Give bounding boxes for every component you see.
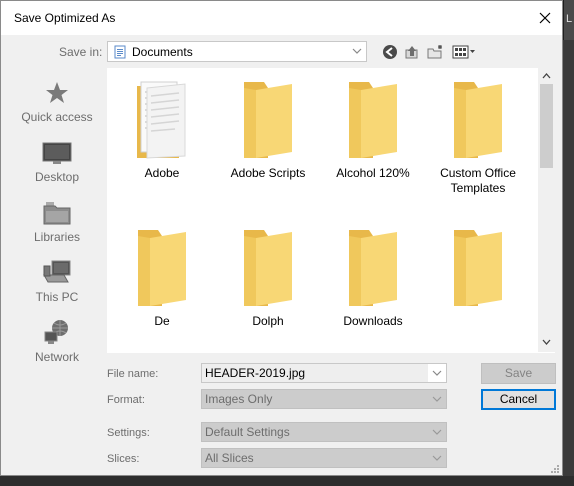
settings-label: Settings: [107,427,150,439]
file-item-redacted-1[interactable]: De [109,216,215,329]
save-dialog: Save Optimized As Save in: Documents Qui… [0,0,563,476]
save-button[interactable]: Save [481,363,556,384]
place-label: This PC [35,290,79,304]
save-in-dropdown[interactable]: Documents [107,41,367,62]
up-folder-button[interactable] [403,43,421,61]
dialog-title: Save Optimized As [14,11,116,25]
back-button[interactable] [381,43,399,61]
view-menu-icon [452,45,475,59]
place-quick-access[interactable]: Quick access [14,78,100,124]
close-button[interactable] [532,6,558,30]
file-item-alcohol-120[interactable]: Alcohol 120% [320,68,426,181]
close-icon [539,12,551,24]
chevron-down-icon [352,48,362,54]
place-label: Network [34,350,79,364]
file-item-adobe-scripts[interactable]: Adobe Scripts [215,68,321,181]
place-this-pc[interactable]: This PC [14,258,100,304]
folder-icon [244,82,292,158]
save-in-label: Save in: [59,45,103,59]
up-folder-icon [405,46,418,59]
format-value: Images Only [205,392,273,406]
desktop-icon [42,142,72,164]
place-network[interactable]: Network [14,318,100,364]
folder-with-documents-icon [137,81,186,159]
documents-folder-icon [114,45,126,59]
file-name: De [154,314,170,328]
format-dropdown[interactable]: Images Only [201,389,447,409]
chevron-down-icon [432,396,442,402]
file-name: Downloads [343,314,403,328]
settings-value: Default Settings [205,425,290,439]
chevron-down-icon[interactable] [432,370,442,376]
place-label: Quick access [21,110,93,124]
format-label: Format: [107,394,145,406]
file-name: Alcohol 120% [336,166,410,180]
file-item-downloads[interactable]: Downloads [320,216,426,329]
place-desktop[interactable]: Desktop [14,138,100,184]
file-name: Dolph [252,314,284,328]
folder-icon [349,230,397,306]
file-name: Adobe [144,166,180,180]
chevron-down-icon [432,429,442,435]
save-in-value: Documents [132,45,193,59]
vertical-scrollbar[interactable] [538,68,555,352]
cancel-button[interactable]: Cancel [481,389,556,410]
place-label: Libraries [33,230,81,244]
folder-icon [349,82,397,158]
slices-dropdown[interactable]: All Slices [201,448,447,468]
file-item-redacted-2[interactable]: Dolph [215,216,321,329]
scrollbar-thumb[interactable] [540,84,553,168]
view-menu-button[interactable] [451,43,477,61]
file-item-custom-office-templates[interactable]: Custom Office Templates [425,68,531,196]
file-name-label: File name: [107,368,159,380]
place-label: Desktop [34,170,80,184]
folder-icon [244,230,292,306]
file-list[interactable]: Adobe Adobe Scripts Alcohol 120% Custom … [107,68,555,353]
file-name: Custom Office Templates [440,166,516,195]
title-bar: Save Optimized As [1,1,562,35]
computer-icon [43,260,71,283]
background-app-letter: L [566,13,573,25]
scroll-down-icon[interactable] [542,339,551,345]
scroll-up-icon[interactable] [542,73,551,79]
folder-icon [454,230,502,306]
place-libraries[interactable]: Libraries [14,198,100,244]
settings-dropdown[interactable]: Default Settings [201,422,447,442]
new-folder-button[interactable] [426,43,446,61]
background-app [563,0,574,486]
file-item-redacted-3[interactable] [425,216,531,314]
star-icon [46,82,68,103]
folder-icon [454,82,502,158]
file-name: Adobe Scripts [230,166,306,180]
new-folder-icon [427,45,442,59]
background-app-bottom [0,476,574,486]
libraries-icon [43,202,71,225]
resize-grip-icon[interactable] [550,464,560,474]
folder-icon [138,230,186,306]
chevron-down-icon [432,455,442,461]
file-name-field[interactable]: HEADER-2019.jpg [201,363,447,383]
network-icon [44,320,68,344]
slices-value: All Slices [205,451,254,465]
slices-label: Slices: [107,453,140,465]
places-bar: Quick access Desktop Libraries This PC N… [14,68,101,368]
file-name-value: HEADER-2019.jpg [205,366,306,380]
file-item-adobe[interactable]: Adobe [109,68,215,181]
back-icon [383,45,397,59]
